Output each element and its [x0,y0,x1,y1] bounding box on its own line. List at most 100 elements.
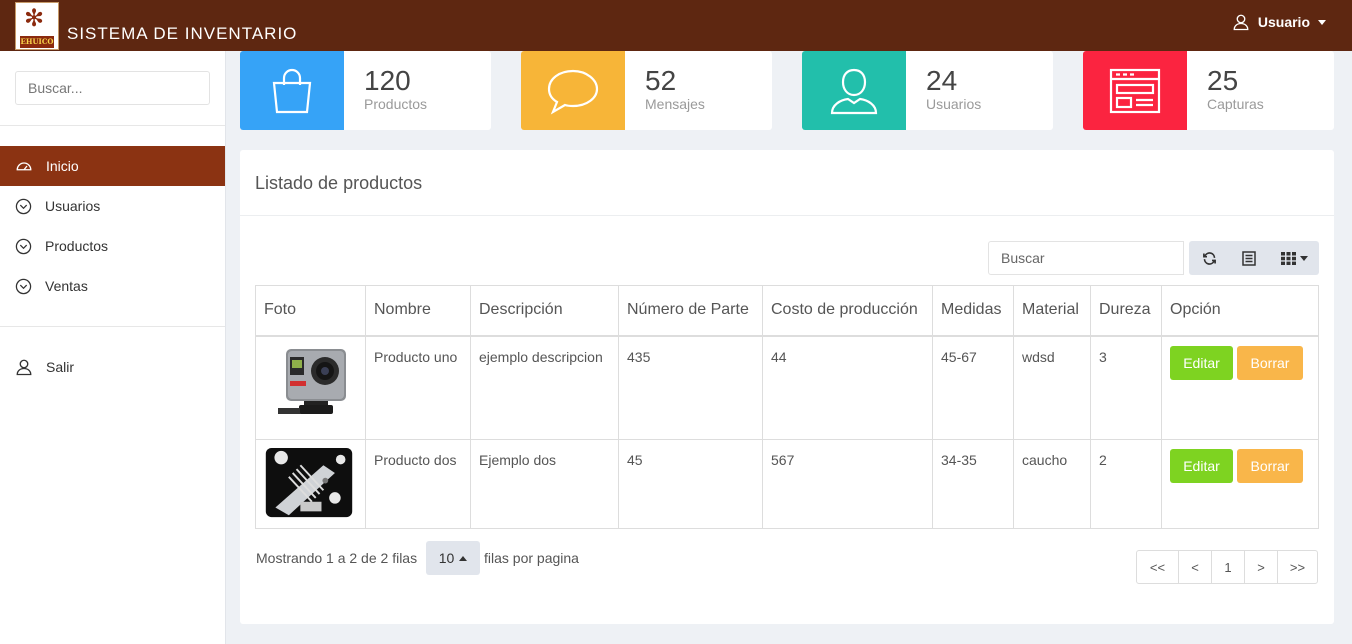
sidebar-item-inicio[interactable]: Inicio [0,146,225,186]
stat-card-mensajes[interactable]: 52 Mensajes [521,51,772,130]
toggle-view-button[interactable] [1229,241,1269,275]
browser-window-icon [1109,68,1161,113]
stat-label: Productos [364,96,428,112]
refresh-button[interactable] [1189,241,1229,275]
sidebar-divider [0,125,225,126]
logo-emblem-icon: ✻ [24,5,45,32]
column-header-costo[interactable]: Costo de producción [762,285,933,337]
stat-value: 25 [1207,65,1239,96]
pagination: << < 1 > >> [1136,550,1318,584]
column-header-descripcion[interactable]: Descripción [470,285,619,337]
top-navbar: ✻ EHUICO SISTEMA DE INVENTARIO Usuario [0,0,1352,51]
column-header-foto[interactable]: Foto [255,285,366,337]
product-size: 34-35 [932,439,1014,529]
product-hardness: 2 [1090,439,1162,529]
refresh-icon [1202,251,1216,265]
delete-button[interactable]: Borrar [1237,449,1303,483]
product-cost: 567 [762,439,933,529]
dashboard-icon [16,162,32,171]
product-size: 45-67 [932,335,1014,440]
product-hardness: 3 [1090,335,1162,440]
shopping-bag-icon [272,68,312,113]
column-header-dureza[interactable]: Dureza [1090,285,1162,337]
table-search-input[interactable] [988,241,1184,275]
chat-bubble-icon [547,69,599,115]
edit-button[interactable]: Editar [1170,345,1233,380]
stat-icon-box [240,51,344,130]
logo-word: EHUICO [20,36,54,48]
column-header-nombre[interactable]: Nombre [365,285,471,337]
photo-cell [255,335,366,440]
sidebar-search-input[interactable] [15,71,210,105]
chevron-circle-icon [15,198,32,214]
page-next-button[interactable]: > [1244,551,1277,583]
stat-label: Capturas [1207,96,1264,112]
products-table: Foto Nombre Descripción Número de Parte … [255,285,1319,529]
product-material: wdsd [1013,335,1091,440]
company-logo[interactable]: ✻ EHUICO [15,2,59,50]
panel-divider [240,215,1334,216]
page-size-value: 10 [438,550,455,566]
user-menu[interactable]: Usuario [1232,13,1326,31]
product-part-number: 45 [618,439,763,529]
sidebar-item-salir[interactable]: Salir [0,347,225,387]
product-name: Producto dos [365,439,471,529]
guitar-bridge-photo [265,448,353,518]
page-first-button[interactable]: << [1137,551,1178,583]
user-icon [1233,14,1249,31]
sidebar-item-label: Ventas [45,278,88,294]
edit-button[interactable]: Editar [1170,449,1233,483]
delete-button[interactable]: Borrar [1237,345,1303,380]
sidebar-item-ventas[interactable]: Ventas [0,266,225,306]
stat-icon-box [802,51,906,130]
stat-card-usuarios[interactable]: 24 Usuarios [802,51,1053,130]
sidebar-item-label: Productos [45,238,109,254]
stat-value: 120 [364,65,411,96]
chevron-circle-icon [15,278,32,294]
table-row: Producto dos Ejemplo dos 45 567 34-35 ca… [255,439,1319,529]
actions-cell: Editar Borrar [1161,439,1319,529]
per-page-label: filas por pagina [484,550,579,566]
actions-cell: Editar Borrar [1161,335,1319,440]
pagination-info: Mostrando 1 a 2 de 2 filas [256,550,418,566]
table-row: Producto uno ejemplo descripcion 435 44 … [255,335,1319,440]
caret-down-icon [1299,255,1308,261]
table-header-row: Foto Nombre Descripción Número de Parte … [255,285,1319,337]
list-view-icon [1242,250,1256,266]
stat-label: Mensajes [645,96,705,112]
app-title: SISTEMA DE INVENTARIO [67,24,298,43]
user-menu-label: Usuario [1257,14,1310,30]
sidebar: Inicio Usuarios Productos Ventas Salir [0,51,226,644]
stat-label: Usuarios [926,96,982,112]
product-cost: 44 [762,335,933,440]
product-description: ejemplo descripcion [470,335,619,440]
panel-title: Listado de productos [255,173,423,193]
page-size-dropdown[interactable]: 10 [426,541,480,575]
column-header-material[interactable]: Material [1013,285,1091,337]
stat-card-capturas[interactable]: 25 Capturas [1083,51,1334,130]
sidebar-divider [0,326,225,327]
product-description: Ejemplo dos [470,439,619,529]
table-toolbar [1189,241,1319,275]
product-material: caucho [1013,439,1091,529]
column-header-opcion[interactable]: Opción [1161,285,1319,337]
columns-button[interactable] [1269,241,1319,275]
chevron-circle-icon [15,238,32,254]
product-part-number: 435 [618,335,763,440]
sidebar-item-usuarios[interactable]: Usuarios [0,186,225,226]
sidebar-item-label: Usuarios [45,198,101,214]
page-1-button[interactable]: 1 [1211,551,1244,583]
page-prev-button[interactable]: < [1178,551,1211,583]
stat-card-productos[interactable]: 120 Productos [240,51,491,130]
product-name: Producto uno [365,335,471,440]
column-header-medidas[interactable]: Medidas [932,285,1014,337]
stat-icon-box [521,51,625,130]
user-icon [830,68,878,114]
stat-icon-box [1083,51,1187,130]
column-header-numero-parte[interactable]: Número de Parte [618,285,763,337]
sidebar-item-productos[interactable]: Productos [0,226,225,266]
page-last-button[interactable]: >> [1277,551,1317,583]
action-camera-photo [264,344,354,420]
user-icon [16,359,32,376]
stat-value: 24 [926,65,958,96]
